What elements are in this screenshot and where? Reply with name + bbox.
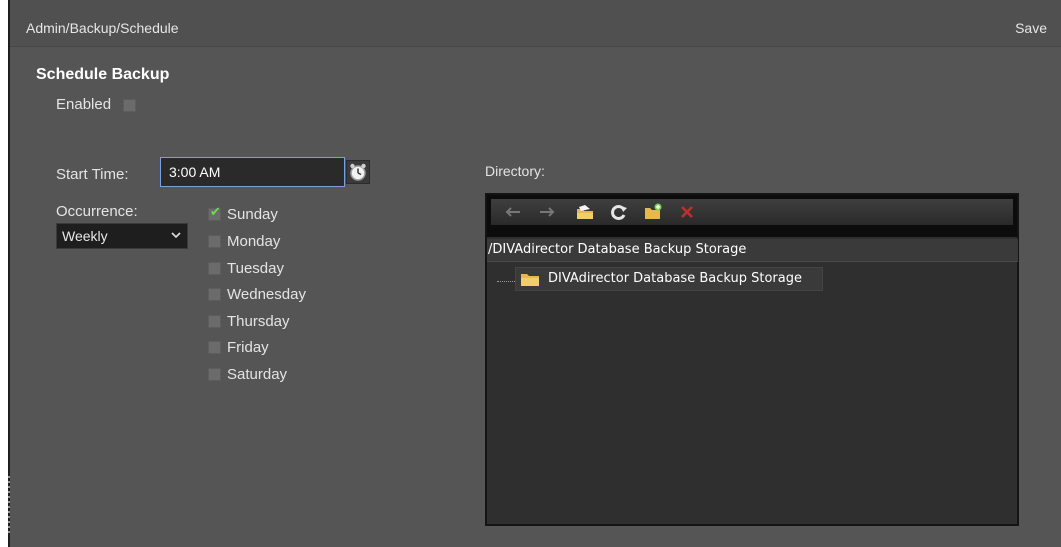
forward-arrow-icon[interactable]: [537, 203, 557, 221]
panel-header: Admin/Backup/Schedule Save: [10, 0, 1061, 47]
day-checkbox-saturday[interactable]: [208, 368, 221, 381]
save-button[interactable]: Save: [1015, 20, 1047, 36]
occurrence-value: Weekly: [62, 228, 108, 244]
day-checkbox-thursday[interactable]: [208, 315, 221, 328]
day-label-saturday: Saturday: [227, 366, 288, 383]
checkmark-icon: ✔: [210, 204, 221, 219]
back-arrow-icon[interactable]: [503, 203, 523, 221]
schedule-panel: Admin/Backup/Schedule Save Schedule Back…: [10, 0, 1061, 547]
day-label-wednesday: Wednesday: [227, 286, 306, 303]
directory-toolbar: [487, 195, 1017, 237]
new-folder-icon[interactable]: [643, 203, 663, 221]
folder-icon: [521, 274, 539, 286]
clock-button[interactable]: [346, 160, 370, 184]
occurrence-select[interactable]: Weekly: [56, 223, 188, 249]
start-time-label: Start Time:: [56, 166, 129, 183]
tree-folder-label: DIVAdirector Database Backup Storage: [548, 271, 802, 286]
day-label-tuesday: Tuesday: [227, 260, 284, 277]
day-checkbox-wednesday[interactable]: [208, 288, 221, 301]
start-time-input[interactable]: [160, 157, 345, 187]
tree-connector: [497, 281, 515, 283]
tree-folder-item[interactable]: DIVAdirector Database Backup Storage: [515, 267, 823, 291]
day-label-thursday: Thursday: [227, 313, 290, 330]
directory-path: /DIVAdirector Database Backup Storage: [487, 239, 1018, 262]
section-title: Schedule Backup: [36, 66, 170, 83]
enabled-label: Enabled: [56, 96, 112, 113]
occurrence-label: Occurrence:: [56, 203, 138, 220]
delete-icon[interactable]: [677, 203, 697, 221]
breadcrumb: Admin/Backup/Schedule: [26, 20, 179, 36]
day-checkbox-tuesday[interactable]: [208, 262, 221, 275]
alarm-clock-icon: [350, 163, 366, 181]
directory-label: Directory:: [485, 163, 545, 179]
chevron-down-icon: [171, 232, 181, 239]
day-label-monday: Monday: [227, 233, 281, 250]
directory-browser: /DIVAdirector Database Backup Storage DI…: [485, 193, 1019, 526]
refresh-icon[interactable]: [609, 203, 629, 221]
day-checkbox-friday[interactable]: [208, 341, 221, 354]
enabled-checkbox[interactable]: [123, 99, 136, 112]
day-checkbox-sunday[interactable]: ✔: [208, 204, 221, 221]
day-label-friday: Friday: [227, 339, 269, 356]
day-checkbox-monday[interactable]: [208, 235, 221, 248]
open-folder-icon[interactable]: [575, 203, 595, 221]
day-label-sunday: Sunday: [227, 206, 278, 223]
